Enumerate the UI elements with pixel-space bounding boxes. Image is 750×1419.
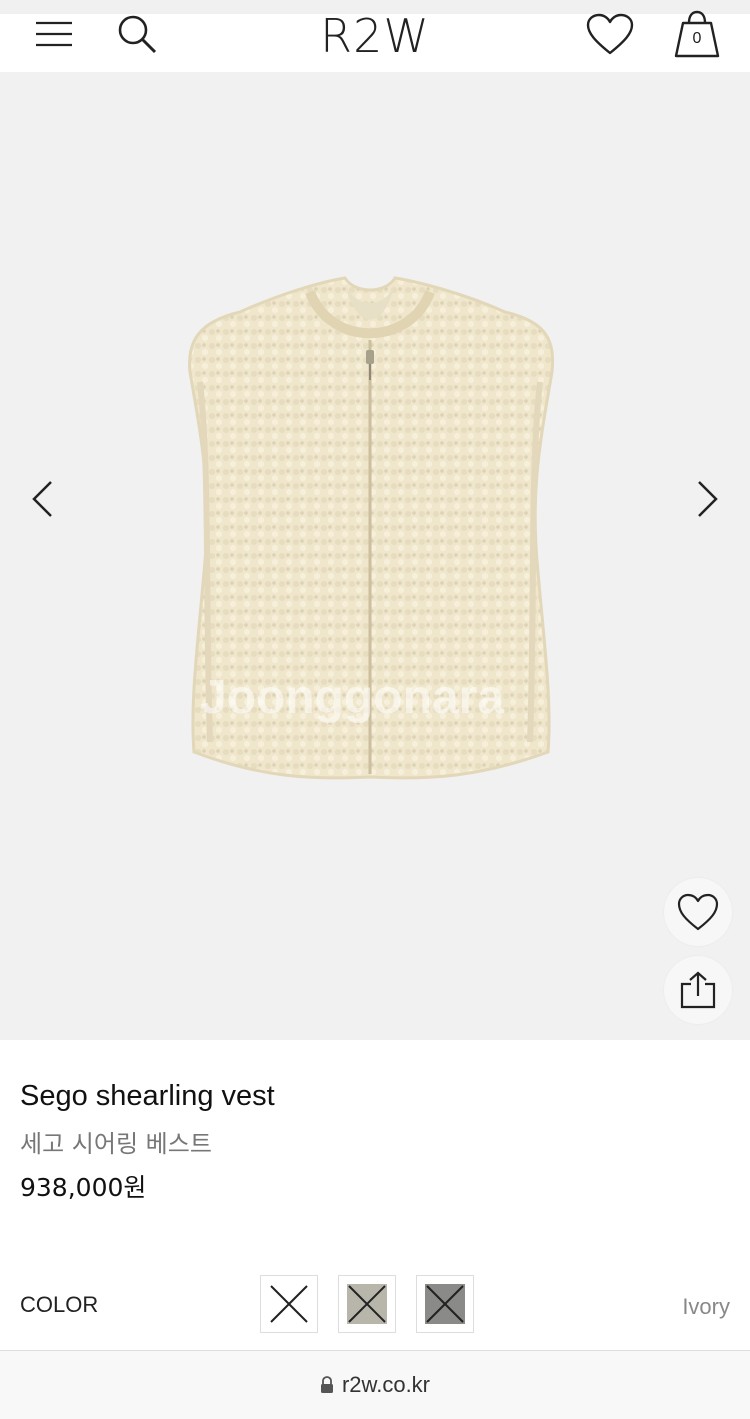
- share-button[interactable]: [664, 956, 732, 1024]
- product-name: Sego shearling vest: [20, 1080, 275, 1112]
- shopping-bag-button[interactable]: 0: [670, 6, 724, 62]
- product-gallery[interactable]: Joonggonara: [0, 72, 750, 1040]
- color-swatch-2[interactable]: [338, 1275, 396, 1333]
- sold-out-cross-icon: [269, 1284, 309, 1324]
- url-text[interactable]: r2w.co.kr: [342, 1372, 430, 1398]
- heart-icon: [677, 893, 719, 931]
- previous-image-button[interactable]: [17, 464, 67, 534]
- color-swatch-1[interactable]: [260, 1275, 318, 1333]
- product-image: [188, 276, 555, 780]
- color-swatch-3[interactable]: [416, 1275, 474, 1333]
- share-icon: [680, 971, 716, 1009]
- top-header: R2W 0: [0, 0, 750, 72]
- color-label: COLOR: [20, 1292, 99, 1317]
- bag-count-badge: 0: [692, 30, 702, 47]
- lock-icon: [320, 1376, 333, 1393]
- browser-url-bar[interactable]: r2w.co.kr: [0, 1350, 750, 1419]
- wishlist-button[interactable]: [582, 8, 638, 60]
- next-image-button[interactable]: [683, 464, 733, 534]
- site-logo[interactable]: R2W: [300, 6, 450, 66]
- heart-icon: [586, 13, 634, 55]
- menu-button[interactable]: [28, 12, 80, 56]
- add-to-wishlist-button[interactable]: [664, 878, 732, 946]
- chevron-right-icon: [698, 481, 718, 517]
- product-name-korean: 세고 시어링 베스트: [20, 1130, 212, 1158]
- sold-out-cross-icon: [347, 1284, 387, 1324]
- chevron-left-icon: [32, 481, 52, 517]
- selected-color-name: Ivory: [682, 1294, 730, 1319]
- search-button[interactable]: [110, 10, 164, 58]
- product-info: Sego shearling vest 세고 시어링 베스트 938,000원 …: [0, 1040, 750, 1350]
- product-price: 938,000원: [20, 1173, 147, 1202]
- search-icon: [118, 15, 157, 54]
- sold-out-cross-icon: [425, 1284, 465, 1324]
- hamburger-icon: [36, 21, 72, 47]
